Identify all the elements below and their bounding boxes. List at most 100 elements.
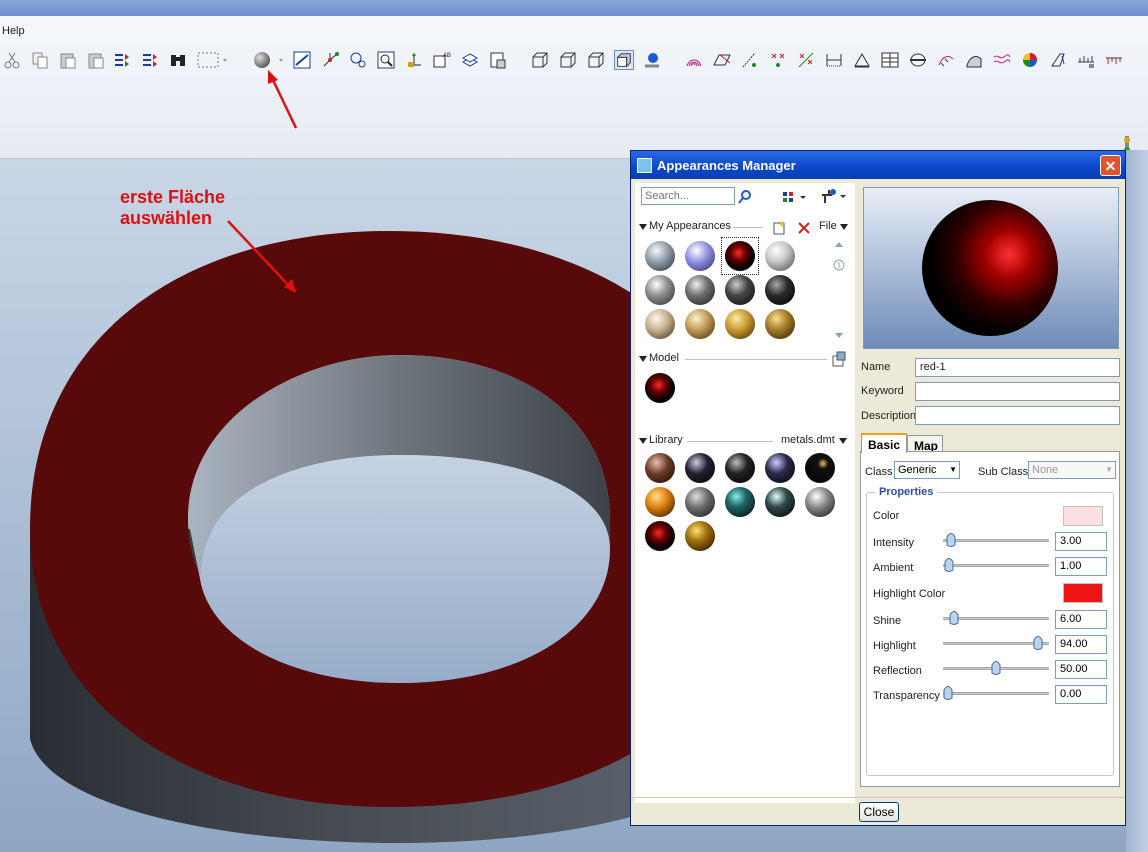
point-analysis-icon[interactable] (768, 50, 788, 70)
search-icon[interactable] (737, 189, 753, 205)
measure-distance-icon[interactable] (824, 50, 844, 70)
appearance-swatch[interactable] (725, 309, 755, 339)
delete-appearance-icon[interactable] (797, 221, 811, 235)
library-chevron-down-icon[interactable] (839, 438, 847, 444)
appearance-swatch[interactable] (765, 275, 795, 305)
description-field[interactable] (915, 406, 1120, 425)
paste-special-icon[interactable] (86, 50, 106, 70)
view-options-icon[interactable] (781, 189, 809, 205)
shine-slider[interactable] (943, 617, 1049, 620)
library-swatch[interactable] (765, 453, 795, 483)
datum-axis-icon[interactable] (320, 50, 340, 70)
appearance-swatch[interactable] (645, 275, 675, 305)
annotation-display-icon[interactable]: AB (432, 50, 452, 70)
model-tree-icon[interactable] (488, 50, 508, 70)
appearance-swatch[interactable] (685, 241, 715, 271)
appearance-swatch[interactable] (765, 241, 795, 271)
color-swatch[interactable] (1063, 506, 1103, 526)
surface-analysis-icon[interactable] (684, 50, 704, 70)
offset-analysis-icon[interactable] (1076, 50, 1096, 70)
shine-slider-thumb[interactable] (949, 610, 959, 626)
library-swatch[interactable] (725, 453, 755, 483)
search-input[interactable] (641, 187, 735, 205)
dialog-title-bar[interactable]: Appearances Manager ✕ (631, 151, 1125, 179)
highlight-value[interactable]: 94.00 (1055, 635, 1107, 654)
intensity-value[interactable]: 3.00 (1055, 532, 1107, 551)
keyword-field[interactable] (915, 382, 1120, 401)
find-binoculars-icon[interactable] (168, 50, 188, 70)
library-swatch[interactable] (805, 487, 835, 517)
shine-value[interactable]: 6.00 (1055, 610, 1107, 629)
tools-icon[interactable] (819, 187, 849, 205)
collapse-model-icon[interactable] (639, 355, 647, 363)
library-swatch[interactable] (685, 487, 715, 517)
no-hidden-icon[interactable] (586, 50, 606, 70)
curvature-icon[interactable] (936, 50, 956, 70)
measure-angle-icon[interactable] (852, 50, 872, 70)
model-appearance-tools-icon[interactable] (831, 351, 847, 367)
zoom-window-icon[interactable] (376, 50, 396, 70)
appearance-swatch[interactable] (685, 309, 715, 339)
layers-icon[interactable] (460, 50, 480, 70)
new-appearance-icon[interactable] (771, 219, 787, 235)
appearance-swatch[interactable] (645, 309, 675, 339)
library-swatch[interactable] (765, 487, 795, 517)
ambient-slider-thumb[interactable] (944, 557, 954, 573)
shaded-curvature-icon[interactable] (964, 50, 984, 70)
draft-analysis-icon[interactable] (1020, 50, 1040, 70)
appearance-swatch-selected[interactable] (725, 241, 755, 271)
shading-icon[interactable] (614, 50, 634, 70)
library-swatch[interactable] (685, 453, 715, 483)
ambient-value[interactable]: 1.00 (1055, 557, 1107, 576)
library-swatch[interactable] (805, 453, 835, 483)
slope-analysis-icon[interactable] (1048, 50, 1068, 70)
class-select[interactable]: Generic ▼ (894, 461, 960, 479)
datum-point-icon[interactable] (348, 50, 368, 70)
appearance-swatch[interactable] (765, 309, 795, 339)
hidden-line-icon[interactable] (558, 50, 578, 70)
regen-manager-icon[interactable] (140, 50, 160, 70)
library-swatch[interactable] (725, 487, 755, 517)
library-file-selector[interactable]: metals.dmt (781, 434, 835, 446)
intensity-slider[interactable] (943, 539, 1049, 542)
transparency-slider-thumb[interactable] (943, 685, 953, 701)
section-icon[interactable] (880, 50, 900, 70)
collapse-my-appearances-icon[interactable] (639, 223, 647, 231)
model-appearance-swatch[interactable] (645, 373, 675, 403)
cut-icon[interactable] (2, 50, 22, 70)
coordinate-system-icon[interactable] (404, 50, 424, 70)
selection-box-icon[interactable] (196, 50, 230, 70)
name-field[interactable]: red-1 (915, 358, 1120, 377)
collapse-library-icon[interactable] (639, 437, 647, 445)
subclass-select[interactable]: None ▼ (1028, 461, 1116, 479)
reflection-analysis-icon[interactable] (992, 50, 1012, 70)
library-swatch[interactable] (645, 487, 675, 517)
ambient-slider[interactable] (943, 564, 1049, 567)
dialog-close-icon[interactable]: ✕ (1100, 155, 1121, 176)
file-menu[interactable]: File (819, 220, 837, 232)
transparency-value[interactable]: 0.00 (1055, 685, 1107, 704)
cross-section-icon[interactable] (908, 50, 928, 70)
axis-analysis-icon[interactable] (796, 50, 816, 70)
copy-icon[interactable] (30, 50, 50, 70)
regenerate-icon[interactable] (112, 50, 132, 70)
file-menu-chevron-down-icon[interactable] (840, 224, 848, 230)
transparency-slider[interactable] (943, 692, 1049, 695)
deviation-analysis-icon[interactable] (1104, 50, 1124, 70)
sketch-plane-icon[interactable] (712, 50, 732, 70)
reflection-value[interactable]: 50.00 (1055, 660, 1107, 679)
highlight-color-swatch[interactable] (1063, 583, 1103, 603)
close-button[interactable]: Close (859, 802, 899, 822)
enhanced-realism-icon[interactable] (642, 50, 662, 70)
highlight-slider-thumb[interactable] (1033, 635, 1043, 651)
wireframe-icon[interactable] (530, 50, 550, 70)
paste-icon[interactable] (58, 50, 78, 70)
intensity-slider-thumb[interactable] (946, 532, 956, 548)
appearance-swatch[interactable] (645, 241, 675, 271)
reflection-slider-thumb[interactable] (991, 660, 1001, 676)
tab-basic[interactable]: Basic (861, 433, 907, 453)
my-appearances-scrollbar[interactable] (833, 237, 845, 347)
appearance-swatch[interactable] (725, 275, 755, 305)
appearance-swatch[interactable] (685, 275, 715, 305)
curve-analysis-icon[interactable] (740, 50, 760, 70)
